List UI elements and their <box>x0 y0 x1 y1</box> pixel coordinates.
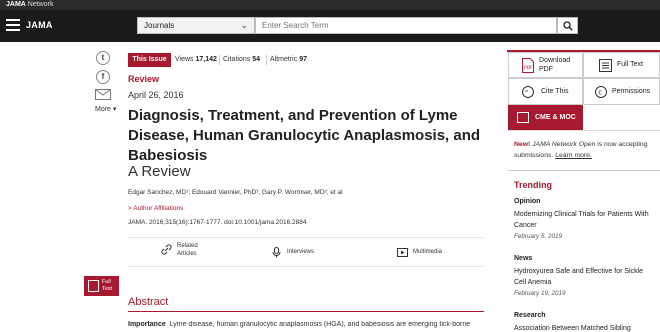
trending-item-date: February 5, 2019 <box>514 233 562 240</box>
hamburger-menu-icon[interactable] <box>6 19 20 31</box>
svg-text:“: “ <box>525 89 529 97</box>
full-text-button[interactable]: Full Text <box>583 52 660 78</box>
trending-item-title[interactable]: Modernizing Clinical Trials for Patients… <box>514 209 654 231</box>
cme-moc-button[interactable]: CME & MOC <box>508 105 583 130</box>
this-issue-button[interactable]: This Issue <box>128 53 171 67</box>
views-value: 17,142 <box>195 56 217 63</box>
divider <box>128 237 484 238</box>
citations-label: Citations <box>223 56 251 63</box>
permissions-label: Permissions <box>612 88 651 95</box>
author-list[interactable]: Edgar Sanchez, MD¹; Edouard Vannier, PhD… <box>128 189 343 196</box>
journal-select[interactable]: Journals ⌄ <box>137 17 255 34</box>
cite-this-label: Cite This <box>541 88 569 95</box>
altmetric-label: Altmetric <box>270 56 298 63</box>
site-header: JAMA Journals ⌄ <box>0 10 660 42</box>
related-articles-label: Related Articles <box>177 243 198 257</box>
cite-this-button[interactable]: “ Cite This <box>508 78 583 105</box>
multimedia-label: Multimedia <box>413 249 443 255</box>
link-icon <box>161 244 172 255</box>
trending-item[interactable]: Opinion Modernizing Clinical Trials for … <box>514 196 654 240</box>
permissions-button[interactable]: c Permissions <box>583 78 660 105</box>
video-icon <box>397 248 408 257</box>
trending-item[interactable]: News Hydroxyurea Safe and Effective for … <box>514 253 654 297</box>
announcement-journal: JAMA Network Open <box>532 141 596 148</box>
new-badge: New! <box>514 141 531 148</box>
meta-divider <box>266 55 267 65</box>
citations-link[interactable]: Citations 54 <box>223 53 260 67</box>
download-pdf-button[interactable]: PDF Download PDF <box>508 52 583 78</box>
related-articles-tab[interactable]: Related Articles <box>161 242 198 258</box>
chevron-down-icon: ⌄ <box>240 20 248 30</box>
abstract-body: Lyme disease, human granulocytic anaplas… <box>169 321 471 328</box>
search-button[interactable] <box>557 17 578 34</box>
views-count: Views 17,142 <box>175 53 217 67</box>
search-icon <box>563 21 573 31</box>
trending-heading: Trending <box>514 180 552 190</box>
divider <box>128 266 484 267</box>
trending-item-type: News <box>514 255 533 262</box>
full-text-side-label: Full Text <box>102 279 113 292</box>
microphone-icon <box>272 247 281 258</box>
altmetric-link[interactable]: Altmetric 97 <box>270 53 307 67</box>
network-bar: JAMA Network <box>0 0 660 10</box>
trending-item-date: February 19, 2019 <box>514 290 566 297</box>
full-text-side-tab[interactable]: Full Text <box>84 276 119 296</box>
svg-text:c: c <box>598 89 602 97</box>
interviews-label: Interviews <box>287 249 315 255</box>
full-text-label: Full Text <box>617 61 643 68</box>
divider <box>508 130 660 131</box>
full-text-icon <box>599 59 612 72</box>
article-type: Review <box>128 74 160 84</box>
document-icon <box>88 280 99 292</box>
trending-item[interactable]: Research Association Between Matched Sib… <box>514 310 654 332</box>
network-brand-link[interactable]: JAMA Network <box>6 0 53 10</box>
trending-item-title[interactable]: Association Between Matched Sibling <box>514 323 654 332</box>
email-share-icon[interactable] <box>95 89 111 100</box>
announcement: New! JAMA Network Open is now accepting … <box>514 139 654 161</box>
abstract-text: Importance Lyme disease, human granulocy… <box>128 321 484 328</box>
journal-select-value: Journals <box>144 21 175 30</box>
article-title: Diagnosis, Treatment, and Prevention of … <box>128 107 481 164</box>
learn-more-link[interactable]: Learn more. <box>555 152 592 159</box>
publication-date: April 26, 2016 <box>128 90 184 100</box>
divider <box>508 170 660 171</box>
multimedia-tab[interactable]: Multimedia <box>397 248 443 257</box>
cme-moc-label: CME & MOC <box>535 114 576 121</box>
article-subtitle: A Review <box>128 163 191 180</box>
trending-item-type: Research <box>514 312 546 319</box>
network-brand-bold: JAMA <box>6 1 26 8</box>
trending-item-type: Opinion <box>514 198 541 205</box>
download-pdf-label: Download PDF <box>539 57 571 73</box>
author-affiliations-toggle[interactable]: > Author Affiliations <box>128 205 183 212</box>
journal-logo[interactable]: JAMA <box>26 19 53 32</box>
views-label: Views <box>175 56 194 63</box>
abstract-heading: Abstract <box>128 296 169 308</box>
altmetric-value: 97 <box>299 56 307 63</box>
article-citation: JAMA. 2016;315(16):1767-1777. doi:10.100… <box>128 219 307 226</box>
share-more-button[interactable]: More ▾ <box>95 105 116 113</box>
twitter-share-icon[interactable]: t <box>96 51 110 65</box>
trending-item-title[interactable]: Hydroxyurea Safe and Effective for Sickl… <box>514 266 654 288</box>
abstract-divider <box>128 311 484 312</box>
interviews-tab[interactable]: Interviews <box>272 247 315 258</box>
abstract-section-label: Importance <box>128 321 166 328</box>
certificate-icon <box>517 112 529 123</box>
facebook-share-icon[interactable]: f <box>96 70 110 84</box>
copyright-icon: c <box>595 86 607 98</box>
network-brand-rest: Network <box>25 1 54 8</box>
search-input[interactable] <box>255 17 557 34</box>
meta-divider <box>219 55 220 65</box>
pdf-icon: PDF <box>522 58 534 73</box>
svg-text:PDF: PDF <box>524 65 533 71</box>
citations-value: 54 <box>252 56 260 63</box>
quote-icon: “ <box>522 86 534 98</box>
